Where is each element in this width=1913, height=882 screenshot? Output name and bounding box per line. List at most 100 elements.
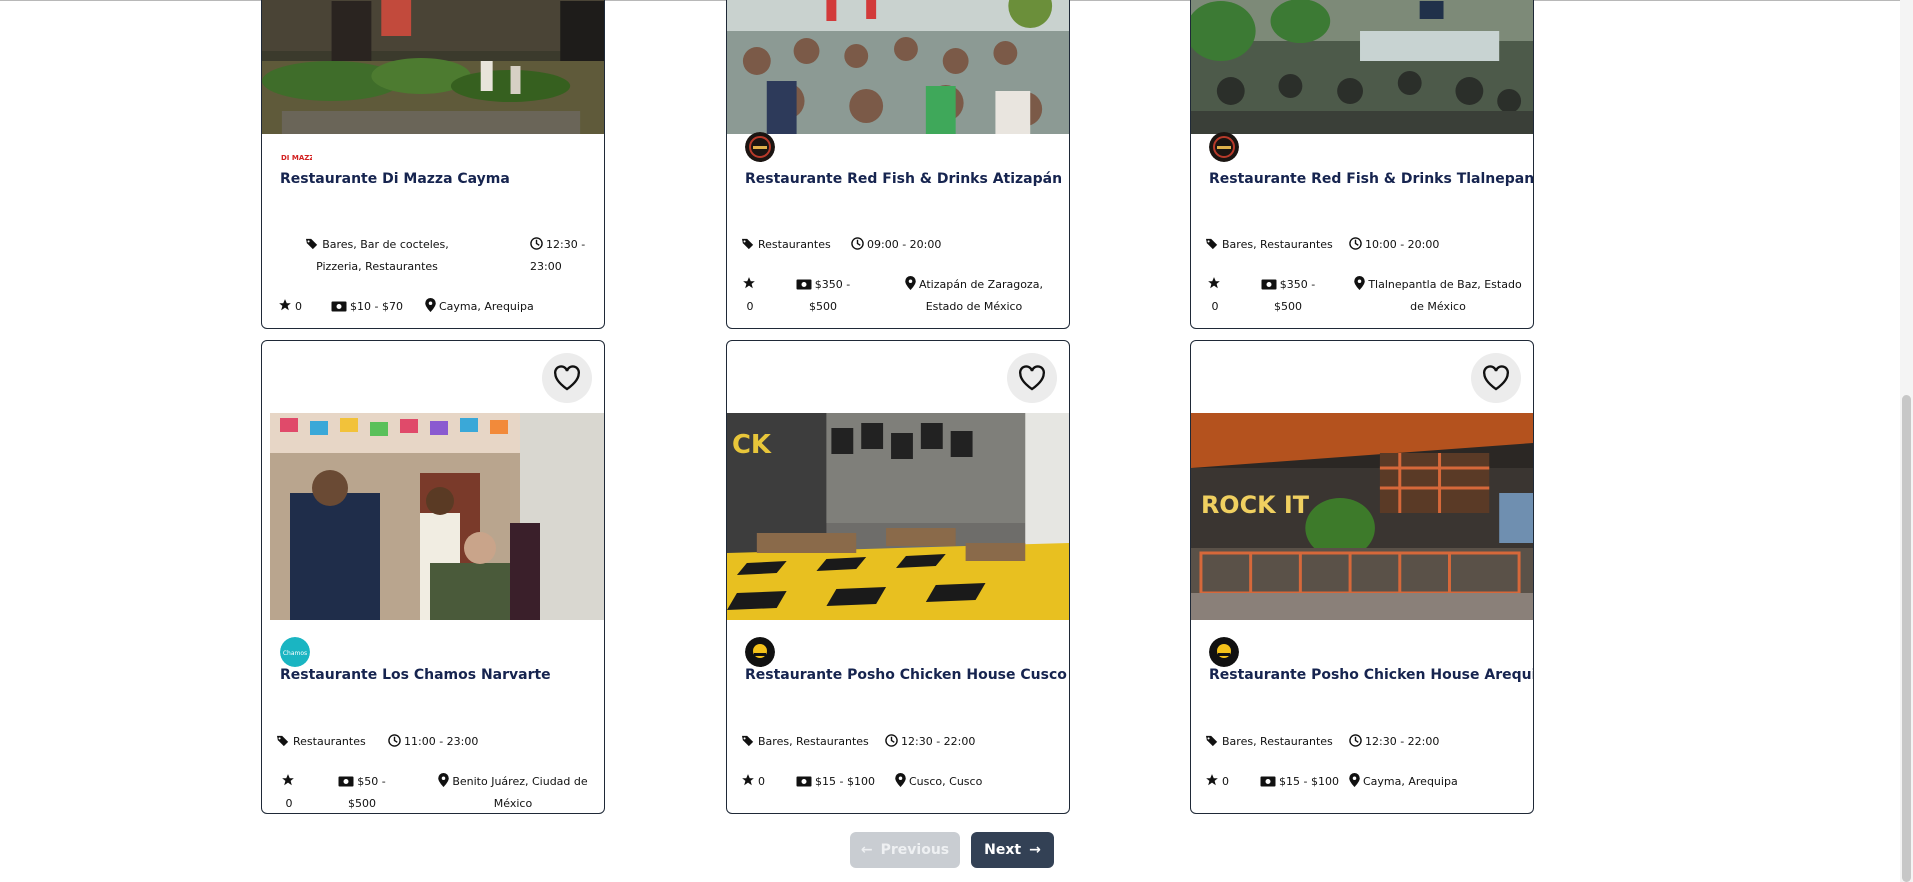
previous-label: Previous [880,842,950,858]
price-range: $50 - $500 [334,771,390,813]
heart-icon [554,365,580,391]
hours: 12:30 - 22:00 [885,731,975,753]
rating: 0 [278,296,302,318]
price-range: $15 - $100 [1260,771,1339,793]
map-pin-icon [1354,276,1366,290]
restaurant-card[interactable]: ROCK IT Restaurante Posho Chicken House … [1190,340,1534,814]
favorite-button[interactable] [1007,353,1057,403]
star-icon [742,277,755,289]
rating: 0 [1205,771,1229,793]
scrollbar-track[interactable] [1900,0,1913,882]
logo-wordmark: DI MAZZA [281,154,312,162]
rating-value: 0 [295,300,302,313]
restaurant-card[interactable]: CK Restaurante Posho Chicken House Cusco… [726,340,1070,814]
map-pin-icon [425,298,436,312]
restaurant-photo[interactable]: CK [727,413,1069,620]
restaurant-name[interactable]: Restaurante Di Mazza Cayma [280,171,594,187]
favorite-button[interactable] [1471,353,1521,403]
money-icon [796,279,812,290]
price-range: $15 - $100 [796,771,875,793]
categories-text: Restaurantes [758,238,831,251]
rating-value: 0 [1211,300,1219,313]
arrow-left-icon: ← [860,842,873,858]
restaurant-name[interactable]: Restaurante Red Fish & Drinks Atizapán [745,171,1062,187]
restaurant-photo[interactable] [1191,0,1533,134]
restaurant-photo[interactable] [262,0,604,134]
photo-sign-text: CK [732,430,772,460]
photo-sign-text: ROCK IT [1201,491,1310,519]
hours: 09:00 - 20:00 [851,234,941,256]
categories-text: Bares, Restaurantes [1222,735,1333,748]
clock-icon [885,734,898,747]
categories-text: Bares, Restaurantes [1222,238,1333,251]
logo-wordmark: Chamos [283,650,307,657]
clock-icon [388,734,401,747]
hours: 11:00 - 23:00 [388,731,478,753]
money-icon [796,776,812,787]
hours: 12:30 - 22:00 [1349,731,1439,753]
map-pin-icon [1349,773,1360,787]
arrow-right-icon: → [1029,842,1041,858]
price-text: $350 - $500 [809,278,851,313]
tag-icon [742,238,754,250]
restaurant-logo [1209,132,1239,162]
restaurant-name[interactable]: Restaurante Posho Chicken House Cusco [745,667,1067,683]
rating: 0 [1204,274,1226,318]
restaurant-card[interactable]: Restaurante Red Fish & Drinks Tlalnepant… [1190,0,1534,329]
restaurant-name[interactable]: Restaurante Posho Chicken House Arequipa [1209,667,1533,683]
clock-icon [530,237,543,250]
rating-value: 0 [746,300,754,313]
next-page-button[interactable]: Next → [971,832,1054,868]
restaurant-name[interactable]: Restaurante Los Chamos Narvarte [280,667,594,683]
categories: Restaurantes [741,234,831,256]
restaurant-photo[interactable]: ROCK IT [1191,413,1533,620]
tag-icon [742,735,754,747]
next-label: Next [984,842,1022,858]
hours-text: 10:00 - 20:00 [1365,238,1440,251]
restaurant-card[interactable]: DI MAZZA Restaurante Di Mazza Cayma Bare… [261,0,605,329]
location-text: Tlalnepantla de Baz, Estado de México [1368,278,1522,313]
categories-text: Bares, Restaurantes [758,735,869,748]
price-text: $15 - $100 [1279,775,1339,788]
rating-value: 0 [758,775,765,788]
categories: Bares, Restaurantes [741,731,869,753]
location: Cayma, Arequipa [1349,771,1458,793]
previous-page-button[interactable]: ← Previous [850,832,960,868]
rating-value: 0 [285,797,293,810]
tag-icon [1206,735,1218,747]
star-icon [281,774,294,786]
location: Tlalnepantla de Baz, Estado de México [1349,274,1527,318]
location: Cusco, Cusco [895,771,982,793]
categories: Bares, Restaurantes [1205,234,1333,256]
hours: 10:00 - 20:00 [1349,234,1439,256]
money-icon [1260,776,1276,787]
location: Benito Juárez, Ciudad de México [428,771,598,813]
restaurant-logo [745,637,775,667]
restaurant-card[interactable]: Chamos Restaurante Los Chamos Narvarte R… [261,340,605,814]
hours: 12:30 - 23:00 [530,234,590,278]
location-text: Cayma, Arequipa [439,300,534,313]
restaurant-card[interactable]: Restaurante Red Fish & Drinks Atizapán R… [726,0,1070,329]
rating: 0 [739,274,761,318]
clock-icon [1349,734,1362,747]
favorite-button[interactable] [542,353,592,403]
star-icon [1207,277,1220,289]
categories: Bares, Restaurantes [1205,731,1333,753]
star-icon [742,774,754,786]
tag-icon [1206,238,1218,250]
money-icon [1261,279,1277,290]
price-range: $350 - $500 [1260,274,1316,318]
restaurant-logo: Chamos [280,637,310,667]
restaurant-photo[interactable] [270,413,604,620]
restaurant-logo: DI MAZZA [280,149,312,163]
tag-icon [277,735,289,747]
hours-text: 12:30 - 22:00 [901,735,976,748]
location: Cayma, Arequipa [425,296,534,318]
restaurant-name[interactable]: Restaurante Red Fish & Drinks Tlalnepant… [1209,171,1533,187]
clock-icon [851,237,864,250]
hours-text: 09:00 - 20:00 [867,238,942,251]
restaurant-logo [1209,637,1239,667]
scrollbar-thumb[interactable] [1902,395,1911,882]
rating: 0 [741,771,765,793]
restaurant-photo[interactable] [727,0,1069,134]
